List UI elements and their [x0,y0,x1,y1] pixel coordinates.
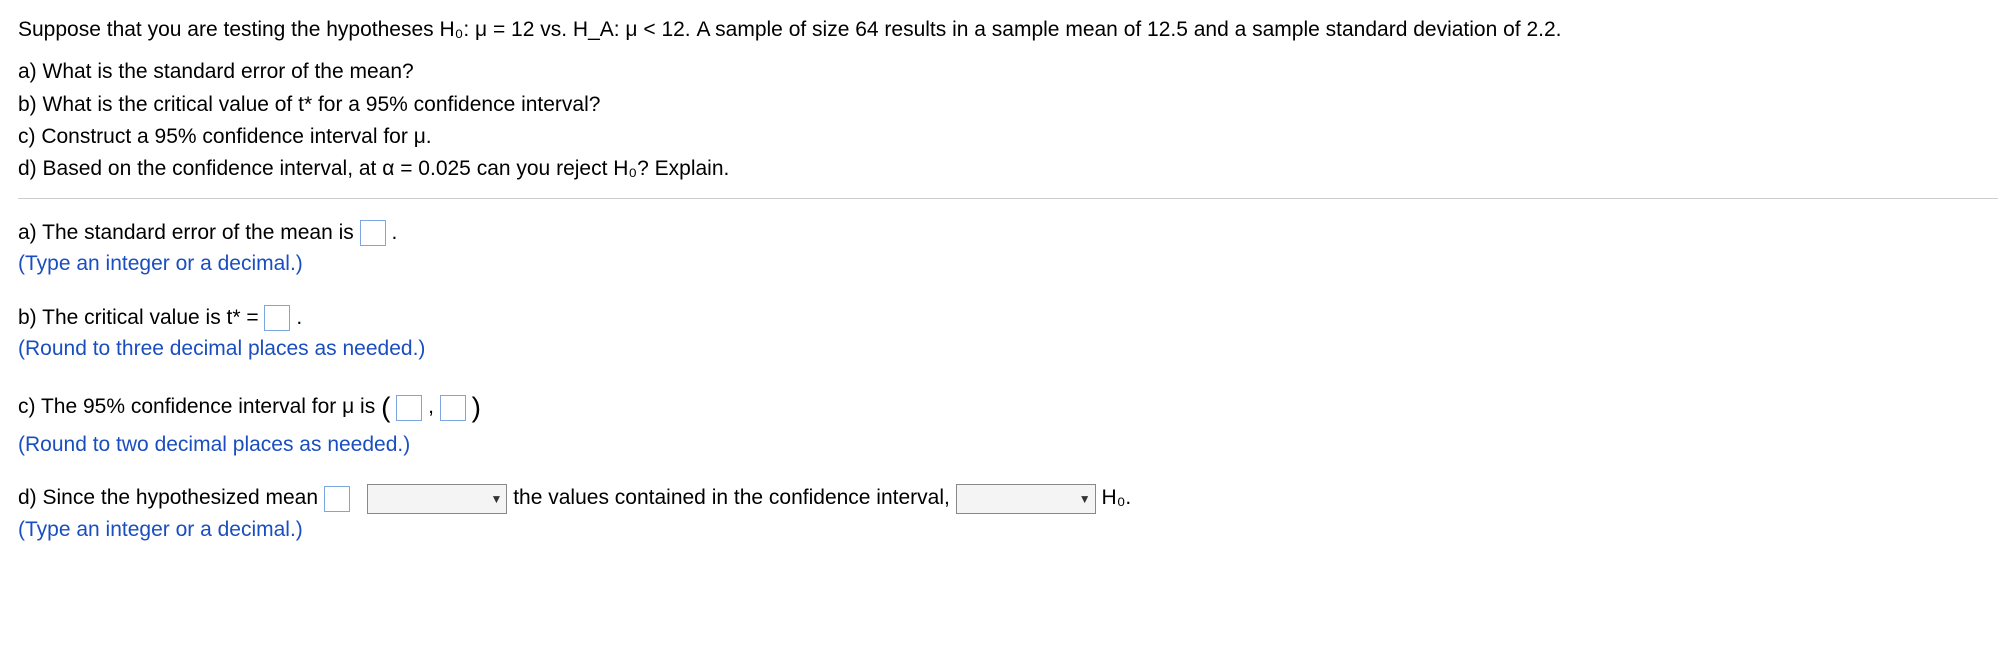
answer-c-upper-input[interactable] [440,395,466,421]
question-b: b) What is the critical value of t* for … [18,91,1998,119]
answer-d-dropdown-2[interactable]: ▼ [956,484,1096,514]
answer-d-mid: the values contained in the confidence i… [513,486,955,509]
question-a: a) What is the standard error of the mea… [18,58,1998,86]
answer-c: c) The 95% confidence interval for μ is … [18,387,1998,461]
answer-d-tail: H₀. [1102,486,1132,509]
answer-c-hint: (Round to two decimal places as needed.) [18,433,410,456]
answer-a-hint: (Type an integer or a decimal.) [18,252,303,275]
answer-d-dropdown-1[interactable]: ▼ [367,484,507,514]
answer-a-prefix: a) The standard error of the mean is [18,221,360,244]
chevron-down-icon: ▼ [1079,490,1091,508]
answer-a-input[interactable] [360,220,386,246]
answer-c-prefix: c) The 95% confidence interval for μ is [18,395,381,418]
chevron-down-icon: ▼ [490,490,502,508]
question-d: d) Based on the confidence interval, at … [18,155,1998,183]
answer-b-hint: (Round to three decimal places as needed… [18,337,425,360]
section-divider [18,198,1998,199]
close-paren: ) [472,392,481,423]
answer-b-prefix: b) The critical value is t* = [18,306,264,329]
question-prompt: Suppose that you are testing the hypothe… [18,16,1998,184]
answer-d: d) Since the hypothesized mean ▼ the val… [18,482,1998,545]
answer-d-hint: (Type an integer or a decimal.) [18,518,303,541]
answer-a-suffix: . [391,221,397,244]
answer-b-input[interactable] [264,305,290,331]
answer-b-suffix: . [296,306,302,329]
interval-separator: , [428,395,434,418]
answer-c-lower-input[interactable] [396,395,422,421]
open-paren: ( [381,392,390,423]
answer-d-input[interactable] [324,486,350,512]
question-c: c) Construct a 95% confidence interval f… [18,123,1998,151]
intro-line: Suppose that you are testing the hypothe… [18,16,1998,44]
answer-d-prefix: d) Since the hypothesized mean [18,486,324,509]
answer-b: b) The critical value is t* = . (Round t… [18,302,1998,365]
answer-a: a) The standard error of the mean is . (… [18,217,1998,280]
